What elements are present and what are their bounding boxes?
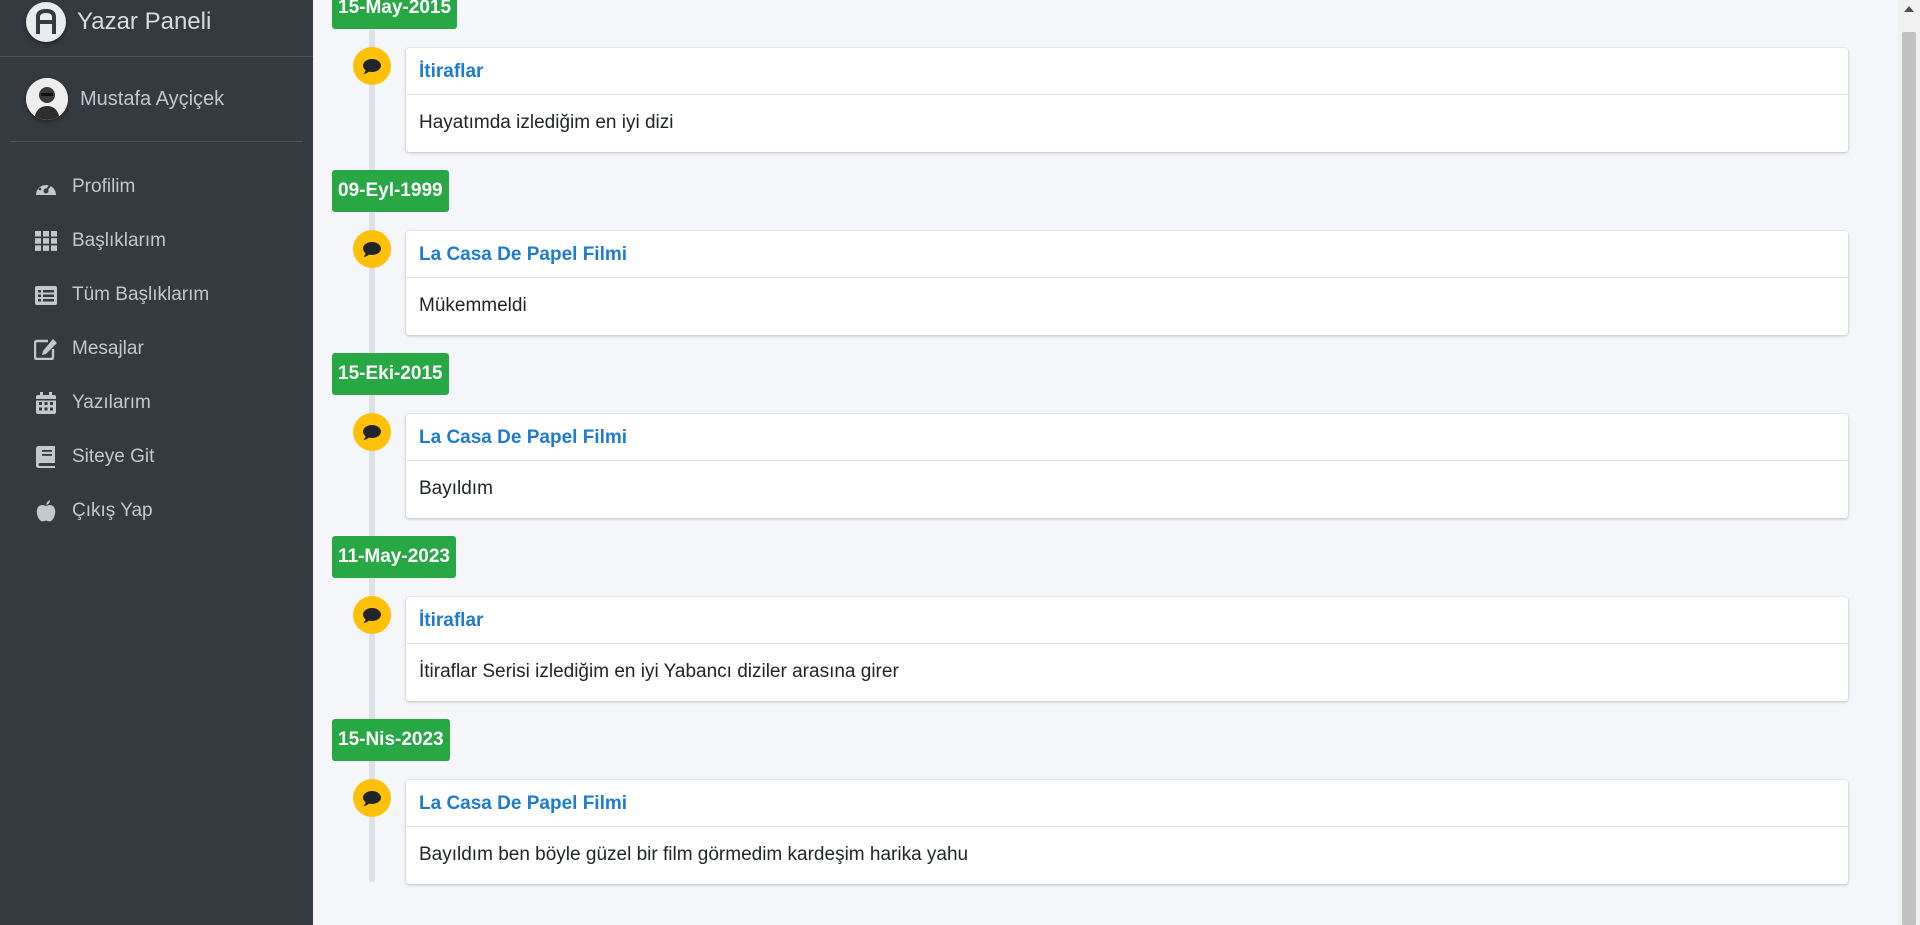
sidebar-item-label: Çıkış Yap bbox=[72, 500, 153, 521]
timeline-date-label: 09-Eyl-1999 bbox=[332, 170, 449, 212]
sidebar-item-basliklarim[interactable]: Başlıklarım bbox=[0, 214, 313, 268]
timeline-item-header: İtiraflar bbox=[406, 48, 1848, 95]
edit-icon bbox=[34, 337, 58, 361]
sidebar-item-siteye-git[interactable]: Siteye Git bbox=[0, 430, 313, 484]
user-name[interactable]: Mustafa Ayçiçek bbox=[80, 88, 224, 111]
avatar[interactable] bbox=[26, 78, 68, 120]
sidebar-item-label: Tüm Başlıklarım bbox=[72, 284, 210, 305]
brand-logo-icon bbox=[26, 2, 66, 42]
timeline-date-label: 15-May-2015 bbox=[332, 0, 458, 29]
comment-icon bbox=[353, 596, 391, 634]
sidebar-item-tum-basliklarim[interactable]: Tüm Başlıklarım bbox=[0, 268, 313, 322]
timeline-item-body: İtiraflar Serisi izlediğim en iyi Yabanc… bbox=[419, 661, 899, 682]
timeline-date-label: 15-Nis-2023 bbox=[332, 719, 450, 761]
timeline-item-title-link[interactable]: La Casa De Papel Filmi bbox=[419, 793, 627, 814]
timeline-item-header: La Casa De Papel Filmi bbox=[406, 780, 1848, 827]
list-alt-icon bbox=[34, 283, 58, 307]
comment-icon bbox=[353, 47, 391, 85]
sidebar-item-label: Mesajlar bbox=[72, 338, 144, 359]
comment-icon bbox=[353, 779, 391, 817]
timeline-item: İtiraflar İtiraflar Serisi izlediğim en … bbox=[406, 597, 1848, 701]
timeline-item-title-link[interactable]: İtiraflar bbox=[419, 61, 483, 82]
comment-icon bbox=[353, 230, 391, 268]
timeline-item-body: Hayatımda izlediğim en iyi dizi bbox=[419, 112, 674, 133]
sidebar-item-yazilarim[interactable]: Yazılarım bbox=[0, 376, 313, 430]
sidebar-item-label: Yazılarım bbox=[72, 392, 151, 413]
timeline-date-label: 11-May-2023 bbox=[332, 536, 456, 578]
brand-text: Yazar Paneli bbox=[77, 8, 212, 35]
scroll-thumb[interactable] bbox=[1902, 32, 1916, 925]
scroll-up-arrow-icon[interactable] bbox=[1904, 6, 1914, 12]
timeline-item-title-link[interactable]: İtiraflar bbox=[419, 610, 483, 631]
timeline-item-title-link[interactable]: La Casa De Papel Filmi bbox=[419, 244, 627, 265]
timeline-item-header: La Casa De Papel Filmi bbox=[406, 231, 1848, 278]
timeline-item-body: Bayıldım bbox=[419, 478, 493, 499]
page-scrollbar[interactable] bbox=[1898, 0, 1920, 925]
sidebar-item-label: Siteye Git bbox=[72, 446, 155, 467]
sidebar-item-profilim[interactable]: Profilim bbox=[0, 160, 313, 214]
brand-link[interactable]: Yazar Paneli bbox=[0, 0, 313, 57]
book-icon bbox=[34, 445, 58, 469]
sidebar: Yazar Paneli Mustafa Ayçiçek Profilim Ba… bbox=[0, 0, 313, 925]
timeline-item-title-link[interactable]: La Casa De Papel Filmi bbox=[419, 427, 627, 448]
tachometer-icon bbox=[34, 175, 58, 199]
timeline-item-header: İtiraflar bbox=[406, 597, 1848, 644]
timeline-date-label: 15-Eki-2015 bbox=[332, 353, 449, 395]
timeline-item: La Casa De Papel Filmi Bayıldım bbox=[406, 414, 1848, 518]
timeline-item: İtiraflar Hayatımda izlediğim en iyi diz… bbox=[406, 48, 1848, 152]
user-panel: Mustafa Ayçiçek bbox=[10, 57, 303, 142]
timeline-item-body: Bayıldım ben böyle güzel bir film görmed… bbox=[419, 844, 969, 865]
sidebar-item-mesajlar[interactable]: Mesajlar bbox=[0, 322, 313, 376]
sidebar-item-cikis-yap[interactable]: Çıkış Yap bbox=[0, 484, 313, 538]
apple-icon bbox=[34, 499, 58, 523]
calendar-icon bbox=[34, 391, 58, 415]
timeline-item: La Casa De Papel Filmi Mükemmeldi bbox=[406, 231, 1848, 335]
timeline-item: La Casa De Papel Filmi Bayıldım ben böyl… bbox=[406, 780, 1848, 884]
sidebar-nav: Profilim Başlıklarım Tüm Başlıklarım Mes… bbox=[0, 160, 313, 538]
sidebar-item-label: Profilim bbox=[72, 176, 136, 197]
th-grid-icon bbox=[34, 229, 58, 253]
timeline-content: 15-May-2015 İtiraflar Hayatımda izlediği… bbox=[313, 0, 1898, 925]
timeline-item-body: Mükemmeldi bbox=[419, 295, 527, 316]
timeline-item-header: La Casa De Papel Filmi bbox=[406, 414, 1848, 461]
sidebar-item-label: Başlıklarım bbox=[72, 230, 166, 251]
comment-icon bbox=[353, 413, 391, 451]
